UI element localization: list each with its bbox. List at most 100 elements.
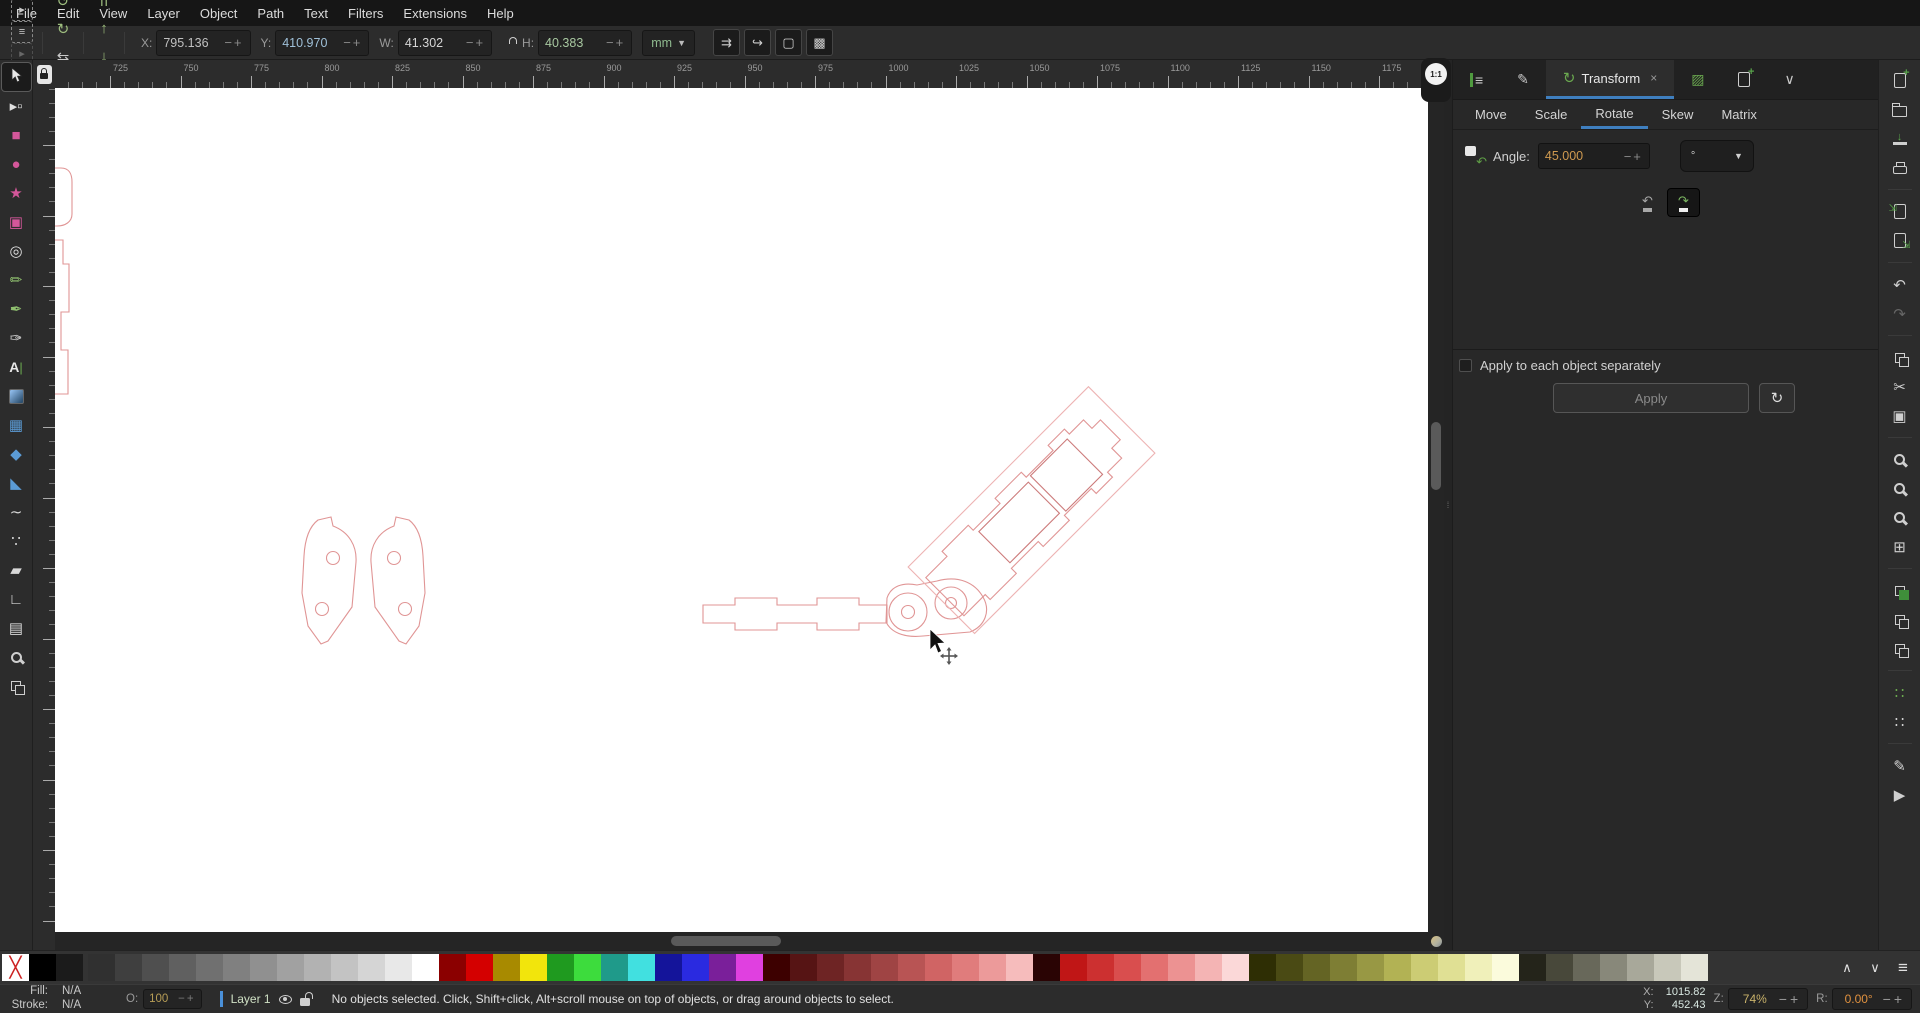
menu-item-path[interactable]: Path xyxy=(247,2,294,25)
zoom-center-page-icon[interactable]: ⊞ xyxy=(1887,534,1913,559)
connector-tool[interactable]: ∟ xyxy=(2,585,31,613)
palette-swatch[interactable] xyxy=(1600,954,1627,981)
mesh-gradient-tool[interactable]: ▦ xyxy=(2,411,31,439)
palette-swatch[interactable] xyxy=(439,954,466,981)
pencil-tool[interactable]: ✏ xyxy=(2,266,31,294)
select-all-icon[interactable]: ▸ xyxy=(11,0,33,21)
horizontal-ruler[interactable]: 7257507758008258508759009259509751000102… xyxy=(55,60,1428,88)
palette-swatch[interactable] xyxy=(331,954,358,981)
palette-swatch[interactable] xyxy=(1033,954,1060,981)
palette-swatch-none[interactable] xyxy=(2,954,29,981)
palette-swatch[interactable] xyxy=(790,954,817,981)
palette-swatch[interactable] xyxy=(1519,954,1546,981)
rotate-link-icon[interactable]: ↶ xyxy=(1465,146,1485,166)
star-tool[interactable]: ★ xyxy=(2,179,31,207)
angle-unit-dropdown[interactable]: ° ▼ xyxy=(1680,140,1754,172)
cut-icon[interactable]: ✂ xyxy=(1887,374,1913,399)
calligraphy-tool[interactable]: ✑ xyxy=(2,324,31,352)
palette-swatch[interactable] xyxy=(142,954,169,981)
angle-spinners[interactable]: −+ xyxy=(1624,149,1643,164)
close-icon[interactable]: × xyxy=(1650,71,1657,85)
menu-item-object[interactable]: Object xyxy=(190,2,248,25)
dropper-tool[interactable]: ◆ xyxy=(2,440,31,468)
export-icon[interactable] xyxy=(1887,228,1913,253)
menu-item-text[interactable]: Text xyxy=(294,2,338,25)
text-tool[interactable]: A| xyxy=(2,353,31,381)
palette-scroll-down[interactable]: ∨ xyxy=(1864,960,1886,976)
group-icon[interactable] xyxy=(1887,578,1913,603)
opacity-input[interactable]: 100 −+ xyxy=(143,989,201,1009)
palette-swatch[interactable] xyxy=(1438,954,1465,981)
document-panel-tab[interactable] xyxy=(1721,60,1767,99)
palette-swatch[interactable] xyxy=(1681,954,1708,981)
palette-swatch[interactable] xyxy=(1384,954,1411,981)
palette-swatch[interactable] xyxy=(1006,954,1033,981)
box3d-tool[interactable]: ▣ xyxy=(2,208,31,236)
select-all-layers-icon[interactable]: ≡ xyxy=(11,21,33,43)
palette-swatch[interactable] xyxy=(1492,954,1519,981)
rectangle-tool[interactable]: ■ xyxy=(2,121,31,149)
palette-swatch[interactable] xyxy=(1627,954,1654,981)
palette-swatch[interactable] xyxy=(358,954,385,981)
palette-swatch[interactable] xyxy=(655,954,682,981)
palette-swatch[interactable] xyxy=(1168,954,1195,981)
x-field[interactable]: 795.136−+ xyxy=(156,30,250,56)
raise-to-top-icon[interactable]: ⇈ xyxy=(90,0,118,15)
save-document-icon[interactable] xyxy=(1887,126,1913,151)
palette-swatch[interactable] xyxy=(250,954,277,981)
palette-swatch[interactable] xyxy=(304,954,331,981)
w-field-spinners[interactable]: −+ xyxy=(466,35,485,50)
palette-swatch[interactable] xyxy=(520,954,547,981)
palette-swatch[interactable] xyxy=(493,954,520,981)
zoom-spinners[interactable]: −+ xyxy=(1779,991,1801,1007)
duplicate-icon[interactable] xyxy=(1887,345,1913,370)
palette-scroll-up[interactable]: ∧ xyxy=(1836,960,1858,976)
palette-swatch[interactable] xyxy=(817,954,844,981)
spiral-tool[interactable]: ◎ xyxy=(2,237,31,265)
palette-menu[interactable]: ≡ xyxy=(1892,958,1914,978)
palette-swatch[interactable] xyxy=(88,954,115,981)
menu-item-help[interactable]: Help xyxy=(477,2,524,25)
palette-swatch[interactable] xyxy=(736,954,763,981)
layer-lock-icon[interactable] xyxy=(300,998,310,1006)
apply-button[interactable]: Apply xyxy=(1553,383,1749,413)
horizontal-scrollbar-thumb[interactable] xyxy=(671,936,781,946)
zoom-tool[interactable] xyxy=(2,643,31,671)
align-nodes-icon[interactable]: ∷ xyxy=(1887,709,1913,734)
image-panel-tab[interactable]: ▨ xyxy=(1674,60,1721,99)
menu-item-extensions[interactable]: Extensions xyxy=(393,2,477,25)
expand-toolbar-icon[interactable]: ▶ xyxy=(1887,782,1913,807)
palette-swatch[interactable] xyxy=(1546,954,1573,981)
new-document-icon[interactable] xyxy=(1887,68,1913,93)
palette-swatch[interactable] xyxy=(763,954,790,981)
selector-tool[interactable] xyxy=(2,63,31,91)
raise-icon[interactable]: ↑ xyxy=(90,15,118,43)
palette-swatch[interactable] xyxy=(56,954,83,981)
color-management-toggle[interactable] xyxy=(1428,932,1444,950)
rotate-90-ccw-icon[interactable]: ↺ xyxy=(49,0,77,15)
palette-swatch[interactable] xyxy=(1411,954,1438,981)
stroke-value[interactable]: N/A xyxy=(62,999,112,1013)
fill-stroke-dialog-icon[interactable]: ✎ xyxy=(1887,753,1913,778)
palette-swatch[interactable] xyxy=(385,954,412,981)
h-field-spinners[interactable]: −+ xyxy=(606,35,625,50)
rotate-90-cw-icon[interactable]: ↻ xyxy=(49,15,77,43)
gradient-tool[interactable] xyxy=(2,382,31,410)
palette-swatch[interactable] xyxy=(1357,954,1384,981)
apply-separately-checkbox[interactable] xyxy=(1459,359,1472,372)
palette-swatch[interactable] xyxy=(1465,954,1492,981)
zoom-selection-icon[interactable] xyxy=(1887,447,1913,472)
node-tool[interactable]: ▸▫ xyxy=(2,92,31,120)
reset-button[interactable]: ↻ xyxy=(1759,383,1795,413)
palette-swatch[interactable] xyxy=(871,954,898,981)
pages-tool[interactable] xyxy=(2,672,31,700)
palette-swatch[interactable] xyxy=(169,954,196,981)
measure-tool[interactable]: ▤ xyxy=(2,614,31,642)
zoom-input[interactable]: 74% −+ xyxy=(1728,988,1808,1010)
tab-rotate[interactable]: Rotate xyxy=(1581,100,1647,129)
palette-swatch[interactable] xyxy=(601,954,628,981)
palette-swatch[interactable] xyxy=(1195,954,1222,981)
objects-panel-tab[interactable]: ≡ xyxy=(1453,60,1500,99)
rotate-clockwise-button[interactable]: ↷ xyxy=(1667,188,1700,217)
y-field-spinners[interactable]: −+ xyxy=(343,35,362,50)
